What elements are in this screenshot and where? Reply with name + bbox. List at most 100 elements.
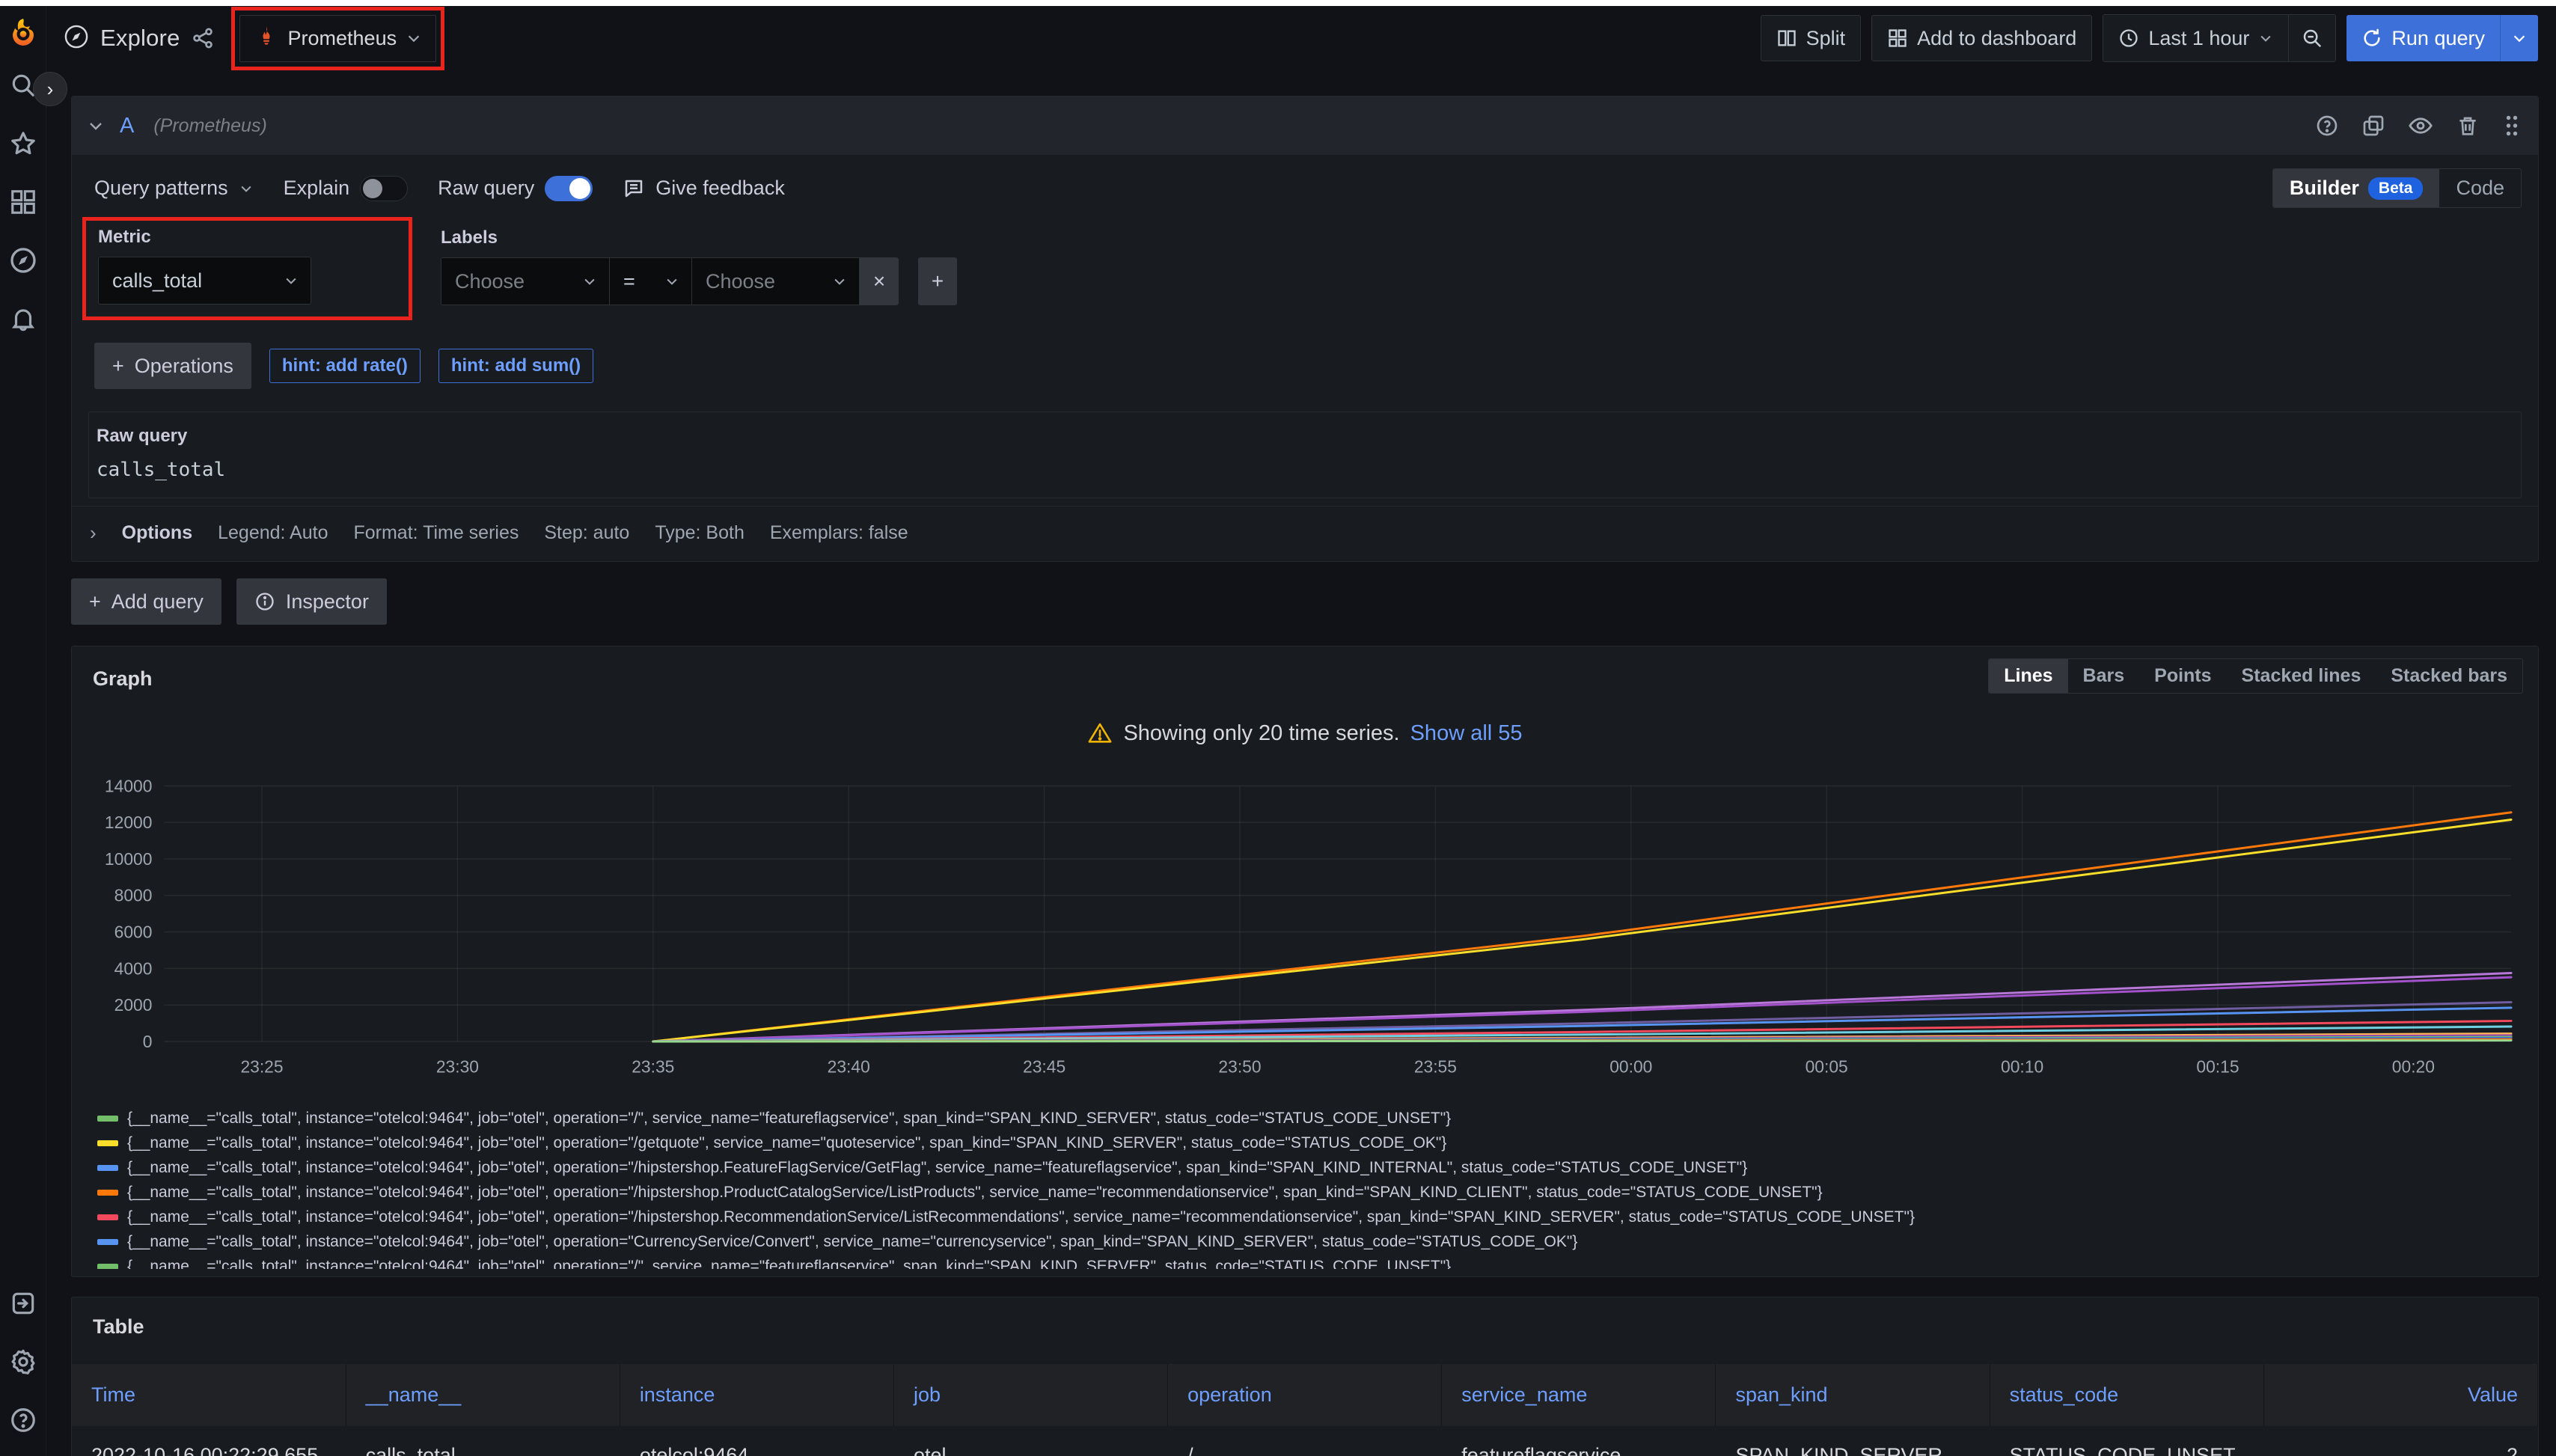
x-axis-tick-label: 00:00 xyxy=(1609,1057,1652,1077)
inspector-button[interactable]: Inspector xyxy=(236,578,387,625)
legend-item[interactable]: {__name__="calls_total", instance="otelc… xyxy=(97,1205,2523,1229)
explore-compass-icon[interactable] xyxy=(7,244,40,277)
label-operator-select[interactable]: = xyxy=(609,257,691,305)
graph-mode-stacked-bars[interactable]: Stacked bars xyxy=(2376,659,2522,693)
legend-item[interactable]: {__name__="calls_total", instance="otelc… xyxy=(97,1106,2523,1131)
raw-query-value: calls_total xyxy=(97,459,225,481)
datasource-picker-value: Prometheus xyxy=(288,27,397,50)
explain-switch[interactable] xyxy=(360,176,408,201)
column-header-servicename[interactable]: service_name xyxy=(1442,1364,1716,1426)
sign-in-icon[interactable] xyxy=(7,1287,40,1320)
x-axis-tick-label: 23:35 xyxy=(632,1057,674,1077)
raw-query-switch[interactable] xyxy=(545,176,593,201)
legend-item[interactable]: {__name__="calls_total", instance="otelc… xyxy=(97,1254,2523,1269)
hint-add-rate-button[interactable]: hint: add rate() xyxy=(269,349,421,383)
options-step-summary: Step: auto xyxy=(544,522,629,544)
chevron-right-icon: › xyxy=(90,521,97,545)
sidebar-expand-button[interactable]: › xyxy=(33,72,67,106)
column-header-value[interactable]: Value xyxy=(2263,1364,2537,1426)
label-value-select[interactable]: Choose xyxy=(691,257,860,305)
query-patterns-dropdown[interactable]: Query patterns xyxy=(94,177,254,200)
give-feedback-link[interactable]: Give feedback xyxy=(623,177,785,200)
remove-label-filter-button[interactable]: × xyxy=(860,257,899,305)
legend-series-swatch xyxy=(97,1264,118,1270)
show-all-series-link[interactable]: Show all 55 xyxy=(1410,721,1523,746)
chevron-down-icon xyxy=(239,181,254,196)
series-limit-warning: Showing only 20 time series. Show all 55 xyxy=(87,694,2523,759)
column-header-statuscode[interactable]: status_code xyxy=(1990,1364,2263,1426)
table-panel-title: Table xyxy=(72,1309,2538,1339)
run-query-caret[interactable] xyxy=(2500,15,2538,61)
x-axis-tick-label: 23:30 xyxy=(436,1057,479,1077)
label-key-select[interactable]: Choose xyxy=(441,257,609,305)
column-header-job[interactable]: job xyxy=(893,1364,1167,1426)
column-header-name[interactable]: __name__ xyxy=(346,1364,620,1426)
table-cell: 2 xyxy=(2263,1426,2537,1456)
column-header-time[interactable]: Time xyxy=(72,1364,346,1426)
run-query-button[interactable]: Run query xyxy=(2346,15,2538,61)
duplicate-query-icon[interactable] xyxy=(2361,114,2385,138)
legend-item[interactable]: {__name__="calls_total", instance="otelc… xyxy=(97,1131,2523,1155)
time-series-chart: 0200040006000800010000120001400023:2523:… xyxy=(90,773,2520,1095)
x-axis-tick-label: 00:10 xyxy=(2001,1057,2043,1077)
zoom-out-time-button[interactable] xyxy=(2288,15,2335,61)
x-axis-tick-label: 23:55 xyxy=(1414,1057,1457,1077)
y-axis-tick-label: 4000 xyxy=(114,958,153,978)
dashboards-icon[interactable] xyxy=(7,186,40,218)
grafana-logo[interactable] xyxy=(7,16,40,49)
table-cell: 2022-10-16 00:22:29.655 xyxy=(72,1426,346,1456)
share-icon[interactable] xyxy=(191,26,215,50)
table-cell: otelcol:9464 xyxy=(620,1426,893,1456)
graph-mode-bars[interactable]: Bars xyxy=(2068,659,2140,693)
toggle-visibility-eye-icon[interactable] xyxy=(2408,113,2433,138)
legend-series-label: {__name__="calls_total", instance="otelc… xyxy=(127,1110,1451,1128)
add-to-dashboard-button[interactable]: Add to dashboard xyxy=(1871,15,2092,61)
x-axis-tick-label: 00:20 xyxy=(2392,1057,2435,1077)
graph-mode-lines[interactable]: Lines xyxy=(1989,659,2067,693)
operations-button[interactable]: + Operations xyxy=(94,343,251,389)
delete-query-trash-icon[interactable] xyxy=(2456,114,2480,138)
column-header-instance[interactable]: instance xyxy=(620,1364,893,1426)
help-icon[interactable] xyxy=(7,1404,40,1437)
builder-mode-tab[interactable]: Builder Beta xyxy=(2273,169,2440,207)
add-query-button[interactable]: + Add query xyxy=(71,578,221,625)
split-icon xyxy=(1776,28,1797,49)
query-help-icon[interactable] xyxy=(2315,114,2339,138)
legend-item[interactable]: {__name__="calls_total", instance="otelc… xyxy=(97,1229,2523,1254)
legend-item[interactable]: {__name__="calls_total", instance="otelc… xyxy=(97,1155,2523,1180)
chevron-down-icon xyxy=(582,274,597,289)
explain-toggle[interactable]: Explain xyxy=(284,176,409,201)
settings-gear-icon[interactable] xyxy=(7,1345,40,1378)
annotation-datasource-highlight: Prometheus xyxy=(231,7,445,70)
graph-canvas[interactable]: 0200040006000800010000120001400023:2523:… xyxy=(87,759,2523,1098)
raw-query-toggle[interactable]: Raw query xyxy=(438,176,593,201)
graph-mode-stacked-lines[interactable]: Stacked lines xyxy=(2227,659,2376,693)
graph-mode-points[interactable]: Points xyxy=(2139,659,2226,693)
split-button[interactable]: Split xyxy=(1761,15,1862,61)
column-header-spankind[interactable]: span_kind xyxy=(1716,1364,1990,1426)
code-mode-tab[interactable]: Code xyxy=(2439,169,2521,207)
table-cell: otel xyxy=(893,1426,1167,1456)
hint-add-sum-button[interactable]: hint: add sum() xyxy=(438,349,593,383)
add-label-filter-button[interactable]: + xyxy=(918,257,957,305)
nav-sidebar xyxy=(0,6,46,1456)
starred-icon[interactable] xyxy=(7,127,40,160)
metric-select[interactable]: calls_total xyxy=(98,257,311,305)
editor-mode-switcher: Builder Beta Code xyxy=(2272,168,2522,208)
query-ref-id: A xyxy=(120,114,134,138)
y-axis-tick-label: 0 xyxy=(143,1032,153,1051)
legend-series-label: {__name__="calls_total", instance="otelc… xyxy=(127,1258,1451,1270)
options-collapsible-header[interactable]: › Options Legend: Auto Format: Time seri… xyxy=(72,506,2538,561)
query-row-header[interactable]: A (Prometheus) xyxy=(72,97,2538,155)
comment-icon xyxy=(623,177,645,200)
table-cell: / xyxy=(1168,1426,1442,1456)
column-header-operation[interactable]: operation xyxy=(1168,1364,1442,1426)
x-axis-tick-label: 23:50 xyxy=(1218,1057,1261,1077)
datasource-picker[interactable]: Prometheus xyxy=(239,15,437,62)
drag-handle-icon[interactable] xyxy=(2502,114,2522,137)
time-range-picker[interactable]: Last 1 hour xyxy=(2103,15,2288,61)
legend-item[interactable]: {__name__="calls_total", instance="otelc… xyxy=(97,1180,2523,1205)
alerting-bell-icon[interactable] xyxy=(7,302,40,335)
table-cell: featureflagservice xyxy=(1442,1426,1716,1456)
explore-compass-icon xyxy=(63,23,90,54)
